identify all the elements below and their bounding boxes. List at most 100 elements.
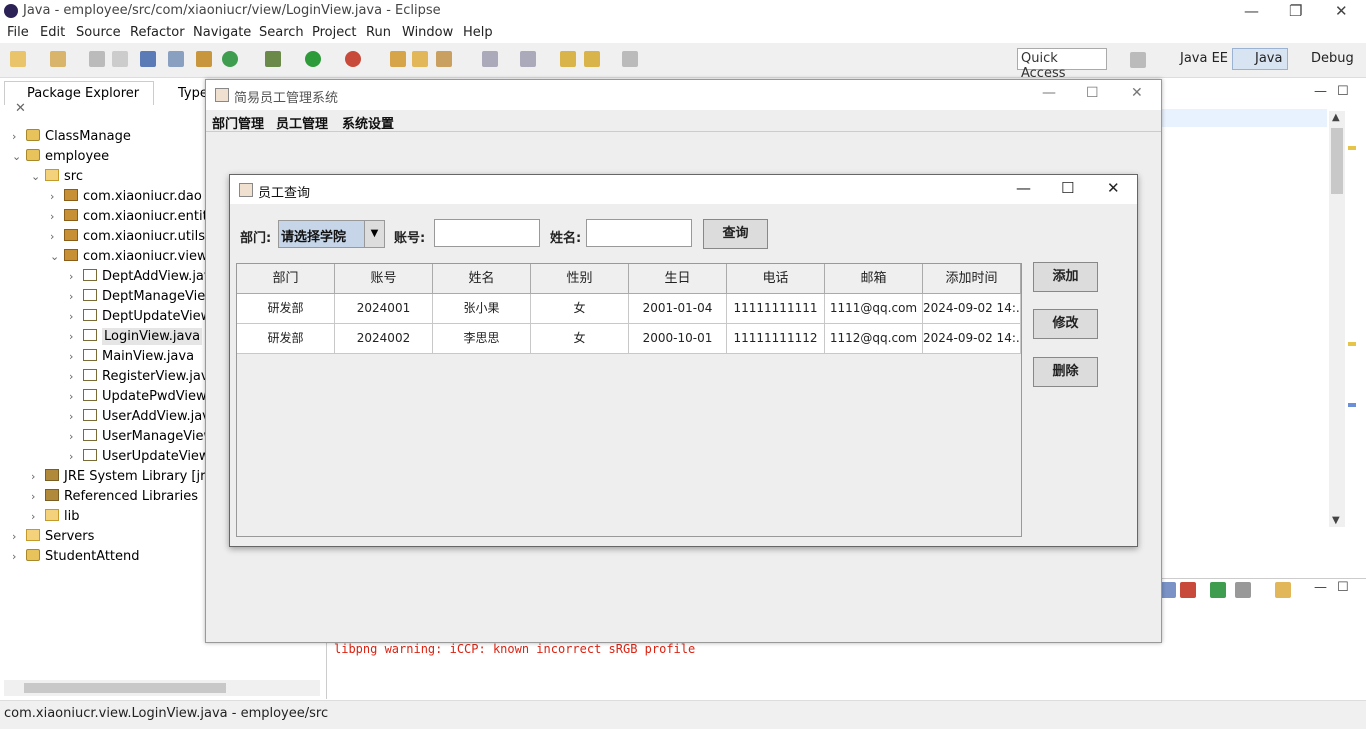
perspective-java-ee[interactable]: Java EE [1180, 51, 1228, 66]
tab-package-explorer[interactable]: Package Explorer ✕ [4, 81, 154, 116]
menu-window[interactable]: Window [402, 25, 453, 40]
chevron-right-icon[interactable]: › [69, 310, 83, 323]
table-cell[interactable]: 2024002 [335, 324, 433, 354]
chevron-right-icon[interactable]: › [69, 390, 83, 403]
chevron-right-icon[interactable]: › [12, 130, 26, 143]
chevron-down-icon[interactable]: ⌄ [12, 150, 26, 163]
run-external-icon[interactable] [345, 51, 361, 67]
table-cell[interactable]: 研发部 [237, 324, 335, 354]
maximize-view-icon[interactable]: ☐ [1337, 580, 1349, 595]
menu-employee-manage[interactable]: 员工管理 [276, 113, 328, 132]
maximize-icon[interactable]: ☐ [1086, 85, 1099, 101]
minimize-icon[interactable]: — [1042, 85, 1056, 101]
chevron-down-icon[interactable]: ▼ [364, 221, 384, 247]
search-icon[interactable] [436, 51, 452, 67]
next-annotation-icon[interactable] [482, 51, 498, 67]
save-all-icon[interactable] [112, 51, 128, 67]
maximize-icon[interactable]: ☐ [1061, 179, 1074, 197]
chevron-right-icon[interactable]: › [69, 270, 83, 283]
open-type-icon[interactable] [390, 51, 406, 67]
tree-item[interactable]: › ClassManage [12, 129, 131, 149]
menu-system-settings[interactable]: 系统设置 [342, 113, 394, 132]
chevron-right-icon[interactable]: › [69, 290, 83, 303]
debug-icon[interactable] [265, 51, 281, 67]
display-console-icon[interactable] [1235, 582, 1251, 598]
chevron-up-icon[interactable]: ▲ [1332, 112, 1340, 123]
table-cell[interactable]: 李思思 [433, 324, 531, 354]
tree-item[interactable]: › lib [31, 509, 79, 529]
chevron-right-icon[interactable]: › [31, 490, 45, 503]
close-icon[interactable]: ✕ [1107, 179, 1120, 197]
tree-item[interactable]: › DeptAddView.java [69, 269, 220, 289]
tree-item[interactable]: › UserManageView [69, 429, 214, 449]
skip-breakpoints-icon[interactable] [168, 51, 184, 67]
close-icon[interactable]: ✕ [1335, 2, 1348, 20]
open-console-icon[interactable] [1275, 582, 1291, 598]
chevron-right-icon[interactable]: › [69, 330, 83, 343]
minimize-view-icon[interactable]: — [1314, 84, 1327, 99]
chevron-down-icon[interactable]: ⌄ [31, 170, 45, 183]
minimize-view-icon[interactable]: — [1314, 580, 1327, 595]
console-toolbar-icon[interactable] [1160, 582, 1176, 598]
quick-access-input[interactable]: Quick Access [1017, 48, 1107, 81]
table-cell[interactable]: 2024001 [335, 294, 433, 324]
column-header-birthday[interactable]: 生日 [629, 264, 727, 294]
chevron-right-icon[interactable]: › [69, 410, 83, 423]
tree-item[interactable]: › UserUpdateView. [69, 449, 213, 469]
chevron-down-icon[interactable]: ▼ [1332, 515, 1340, 526]
column-header-dept[interactable]: 部门 [237, 264, 335, 294]
menu-project[interactable]: Project [312, 25, 356, 40]
chevron-right-icon[interactable]: › [50, 230, 64, 243]
scrollbar-thumb[interactable] [24, 683, 226, 693]
column-header-name[interactable]: 姓名 [433, 264, 531, 294]
menu-navigate[interactable]: Navigate [193, 25, 251, 40]
minimize-icon[interactable]: — [1016, 179, 1031, 197]
menu-dept-manage[interactable]: 部门管理 [212, 113, 264, 132]
tree-item[interactable]: › UpdatePwdView.j [69, 389, 213, 409]
scrollbar-thumb[interactable] [1331, 128, 1343, 194]
tree-item[interactable]: ⌄ com.xiaoniucr.view [50, 249, 208, 269]
chevron-right-icon[interactable]: › [31, 510, 45, 523]
tree-item[interactable]: › StudentAttend [12, 549, 140, 569]
tree-item[interactable]: › com.xiaoniucr.utils [50, 229, 205, 249]
table-cell[interactable]: 女 [531, 294, 629, 324]
column-header-gender[interactable]: 性别 [531, 264, 629, 294]
last-edit-icon[interactable] [560, 51, 576, 67]
table-cell[interactable]: 11111111111 [727, 294, 825, 324]
new-project-icon[interactable] [50, 51, 66, 67]
tree-item[interactable]: › JRE System Library [jre1 [31, 469, 221, 489]
add-button[interactable]: 添加 [1033, 262, 1098, 292]
open-task-icon[interactable] [412, 51, 428, 67]
menu-run[interactable]: Run [366, 25, 391, 40]
tree-item-selected[interactable]: › LoginView.java [69, 328, 203, 349]
run-icon[interactable] [305, 51, 321, 67]
forward-icon[interactable] [622, 51, 638, 67]
tree-item[interactable]: › Referenced Libraries [31, 489, 198, 509]
delete-button[interactable]: 删除 [1033, 357, 1098, 387]
save-icon[interactable] [89, 51, 105, 67]
table-cell[interactable]: 张小果 [433, 294, 531, 324]
table-cell[interactable]: 2001-01-04 [629, 294, 727, 324]
table-cell[interactable]: 2024-09-02 14:... [923, 294, 1021, 324]
new-icon[interactable] [10, 51, 26, 67]
column-header-created-time[interactable]: 添加时间 [923, 264, 1021, 294]
chevron-right-icon[interactable]: › [69, 430, 83, 443]
table-cell[interactable]: 女 [531, 324, 629, 354]
edit-button[interactable]: 修改 [1033, 309, 1098, 339]
back-icon[interactable] [584, 51, 600, 67]
close-icon[interactable]: ✕ [1131, 85, 1143, 101]
pin-console-icon[interactable] [1210, 582, 1226, 598]
account-input[interactable] [434, 219, 540, 247]
tree-item[interactable]: › Servers [12, 529, 94, 549]
console-icon[interactable] [140, 51, 156, 67]
chevron-right-icon[interactable]: › [50, 190, 64, 203]
warning-marker-icon[interactable] [1348, 342, 1356, 346]
table-cell[interactable]: 1111@qq.com [825, 294, 923, 324]
dept-select[interactable]: 请选择学院 ▼ [278, 220, 385, 248]
tree-item[interactable]: › RegisterView.java [69, 369, 217, 389]
tree-item[interactable]: ⌄ src [31, 169, 83, 189]
chevron-down-icon[interactable]: ⌄ [50, 250, 64, 263]
tab-type-hierarchy[interactable]: Type [178, 86, 208, 101]
tree-item[interactable]: ⌄ employee [12, 149, 109, 169]
tree-item[interactable]: › com.xiaoniucr.entity [50, 209, 215, 229]
